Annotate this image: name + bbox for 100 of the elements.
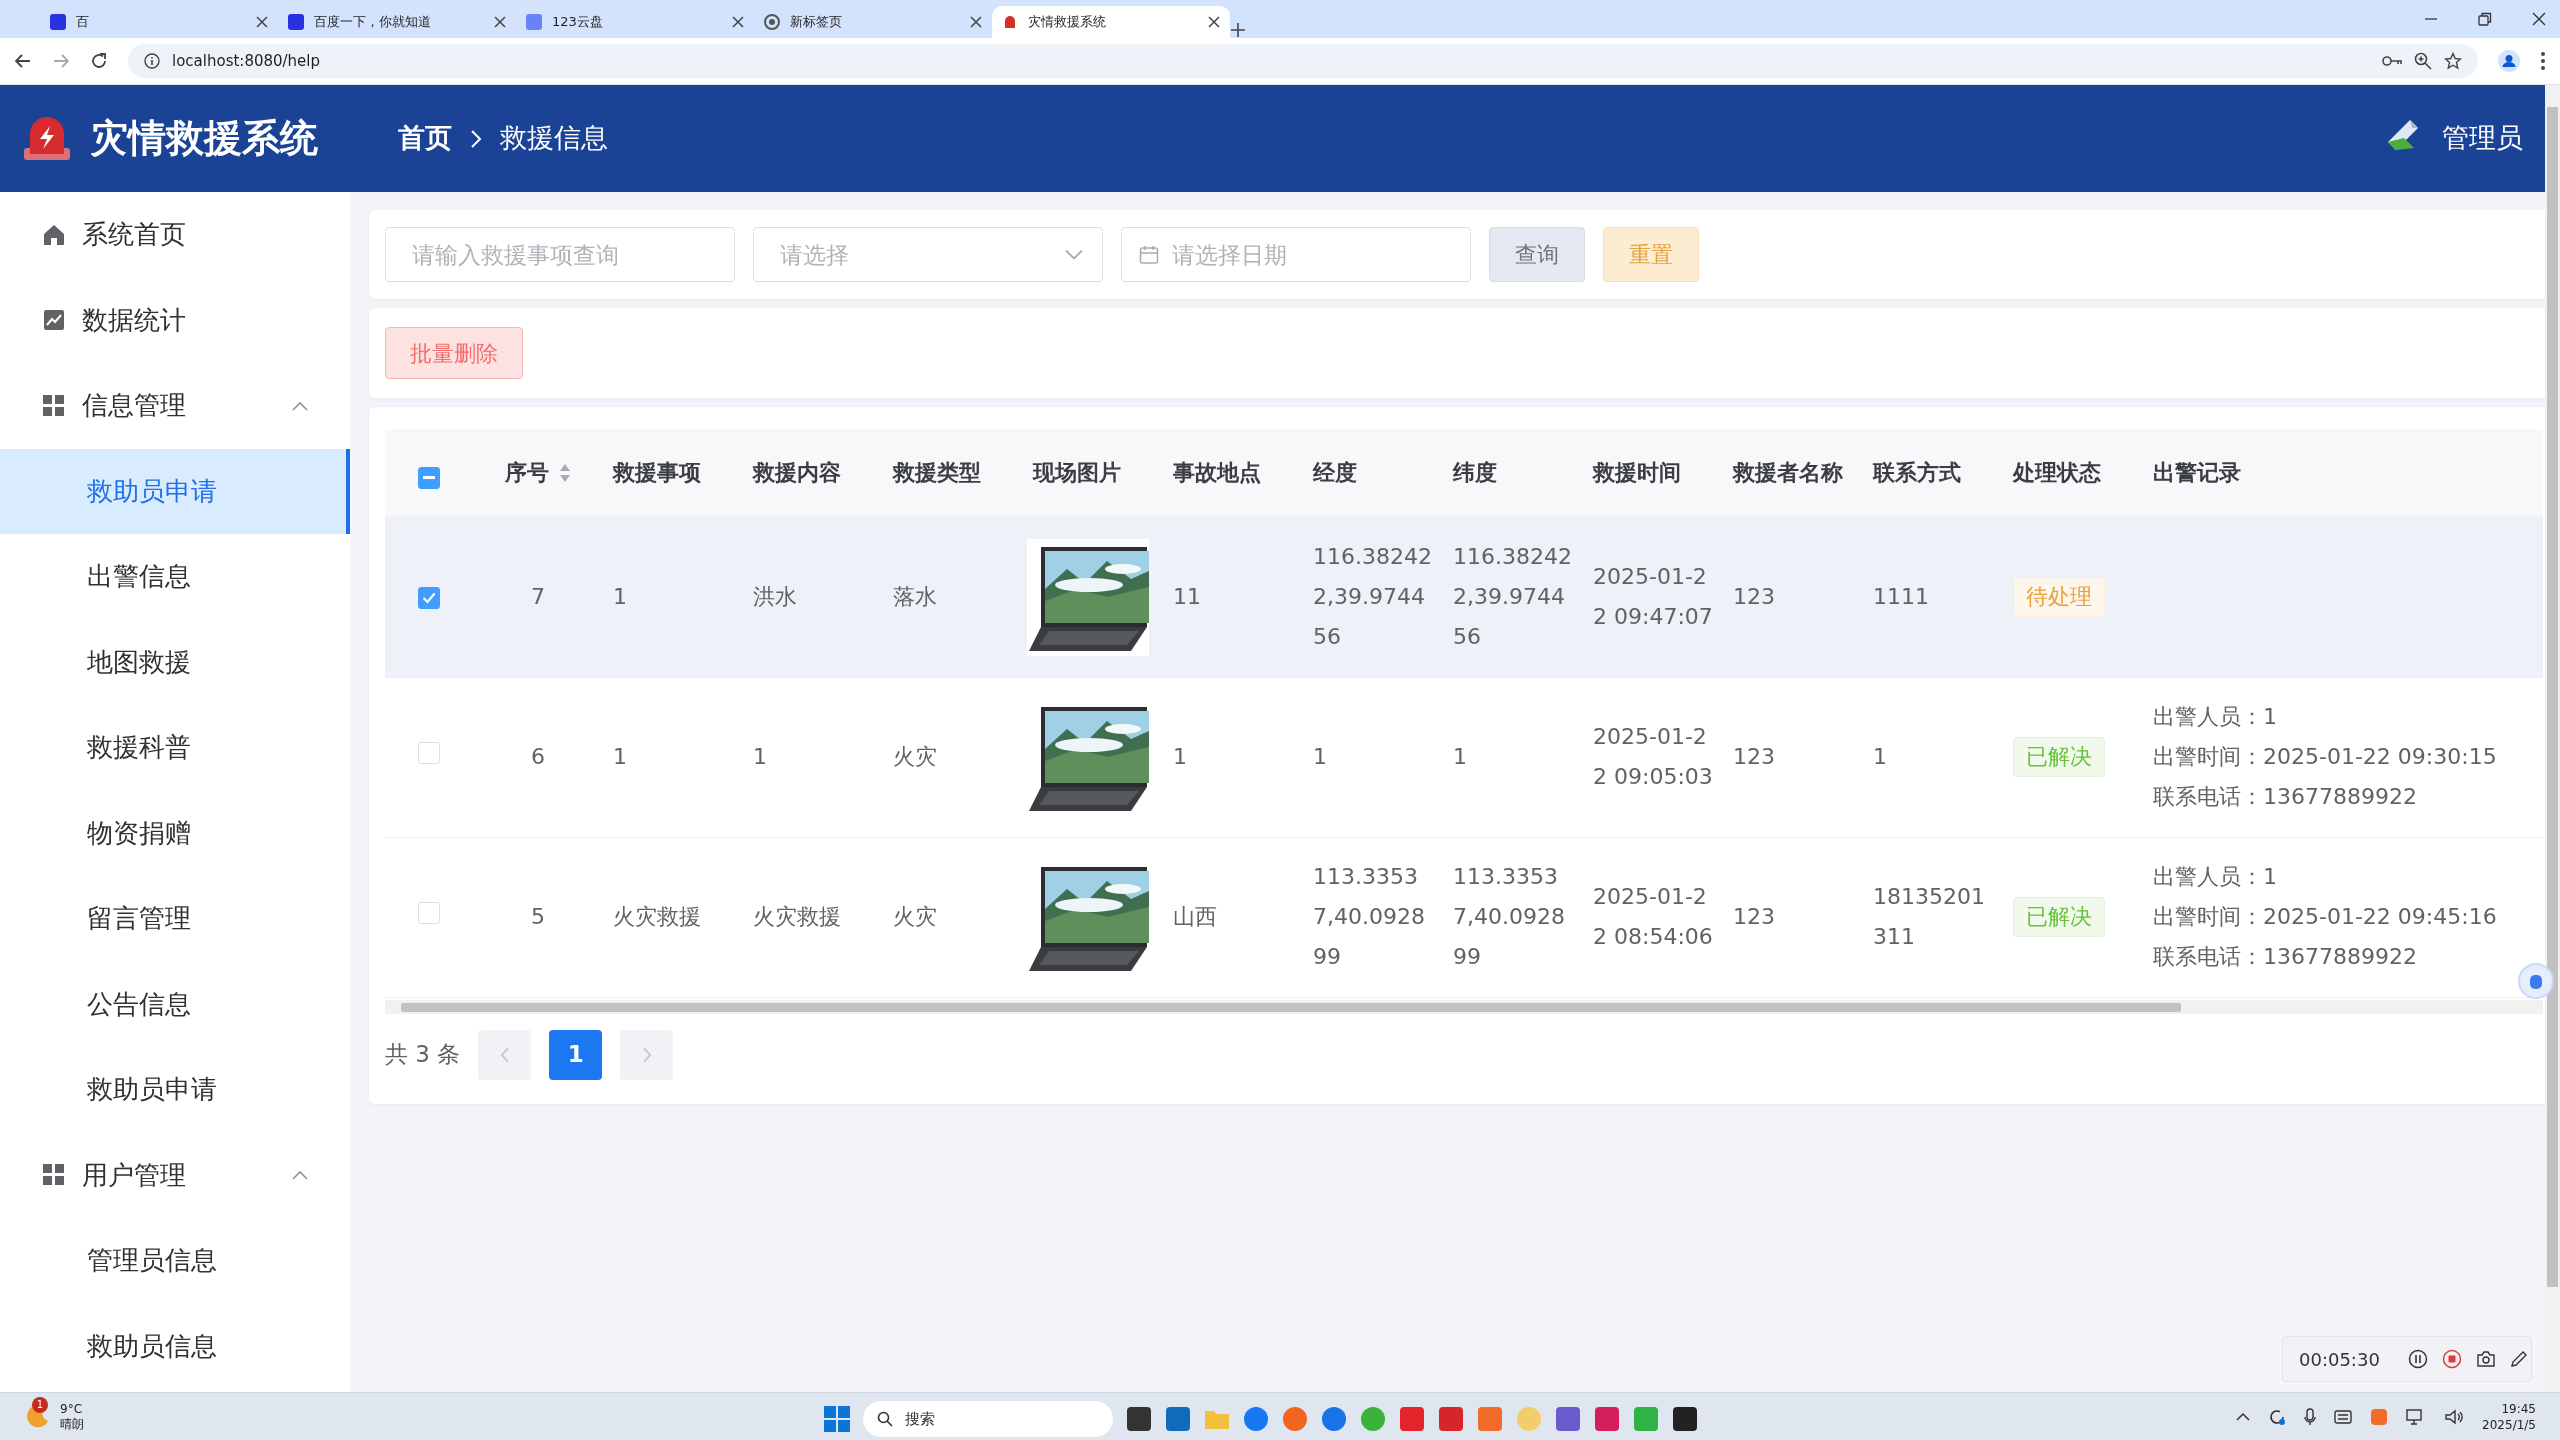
vertical-scrollbar[interactable]	[2545, 85, 2560, 1392]
pause-icon[interactable]	[2407, 1349, 2428, 1369]
column-header: 联系方式	[1873, 459, 1961, 488]
sidebar-item[interactable]: 物资捐赠	[0, 790, 350, 876]
microphone-icon[interactable]	[2304, 1407, 2317, 1426]
table-cell-text: 123	[1733, 743, 1776, 771]
table-cell-text: 火灾救援	[753, 903, 842, 931]
keyboard-icon[interactable]	[2334, 1408, 2353, 1425]
camera-icon[interactable]	[2475, 1350, 2496, 1368]
chevron-down-icon	[1065, 249, 1083, 260]
sidebar-item[interactable]: 救助员申请	[0, 1047, 350, 1133]
sidebar-item[interactable]: 留言管理	[0, 876, 350, 962]
chevron-left-icon	[499, 1046, 510, 1063]
key-icon[interactable]	[2382, 54, 2402, 68]
column-header: 救援类型	[893, 459, 981, 488]
restore-icon[interactable]	[2478, 12, 2492, 26]
status-tag: 已解决	[2013, 897, 2105, 937]
grid-icon	[42, 393, 66, 418]
date-field[interactable]: 请选择日期	[1121, 227, 1471, 282]
sidebar-item[interactable]: 系统首页	[0, 192, 350, 278]
profile-icon[interactable]	[2498, 50, 2520, 72]
table-cell-text: 山西	[1173, 903, 1218, 931]
forward-icon[interactable]	[52, 52, 70, 70]
table-cell-text: 2025-01-22 08:54:06	[1593, 883, 1714, 951]
breadcrumb-link[interactable]: 首页	[398, 118, 452, 159]
column-header: 救援内容	[753, 459, 841, 488]
close-icon[interactable]	[494, 16, 506, 28]
pencil-icon[interactable]	[2509, 1350, 2528, 1368]
browser-tab[interactable]: 123云盘	[516, 6, 754, 38]
clock-date[interactable]: 2025/1/5	[2482, 1416, 2536, 1433]
browser-tab[interactable]: 新标签页	[754, 6, 992, 38]
app-icon[interactable]	[1126, 1406, 1152, 1432]
close-icon[interactable]	[732, 16, 744, 28]
sidebar-item[interactable]: 救助员信息	[0, 1303, 350, 1389]
calendar-icon	[1139, 244, 1159, 265]
table-cell-text: 113.33537,40.092899	[1313, 863, 1426, 971]
windows-start-icon[interactable]	[824, 1406, 850, 1432]
column-header: 出警记录	[2153, 459, 2241, 488]
record-line: 联系电话：13677889922	[2153, 943, 2418, 971]
table-cell-text: 123	[1733, 583, 1776, 611]
back-icon[interactable]	[14, 52, 32, 70]
chevron-up-icon	[292, 400, 308, 411]
query-button[interactable]: 查询	[1489, 227, 1585, 282]
zoom-icon[interactable]	[2414, 52, 2432, 70]
table-cell-text: 落水	[893, 583, 938, 611]
column-header: 救援时间	[1593, 459, 1681, 488]
search-icon	[877, 1411, 893, 1427]
address-bar[interactable]: localhost:8080/help	[128, 44, 2478, 78]
row-checkbox[interactable]	[418, 587, 440, 609]
table-cell-text: 1	[753, 743, 768, 771]
sidebar-item[interactable]: 管理员信息	[0, 1218, 350, 1304]
search-field[interactable]: 请输入救援事项查询	[385, 227, 735, 282]
clock-time[interactable]: 19:45	[2482, 1400, 2536, 1417]
table-cell-text: 113.33537,40.092899	[1453, 863, 1566, 971]
table-cell-text: 6	[530, 743, 546, 771]
browser-tab[interactable]: 百度一下，你就知道	[278, 6, 516, 38]
table-cell-text: 5	[530, 903, 546, 931]
sidebar-item[interactable]: 数据统计	[0, 277, 350, 363]
close-icon[interactable]	[2532, 12, 2546, 26]
stop-icon[interactable]	[2441, 1349, 2462, 1369]
horizontal-scrollbar[interactable]	[385, 999, 2543, 1014]
sidebar-group[interactable]: 信息管理	[0, 363, 350, 449]
star-icon[interactable]	[2444, 52, 2462, 70]
table-cell-text: 1111	[1873, 583, 1930, 611]
sidebar-item[interactable]: 公告信息	[0, 961, 350, 1047]
sidebar-item[interactable]: 地图救援	[0, 619, 350, 705]
chevron-up-icon[interactable]	[2236, 1412, 2251, 1421]
table-cell-text: 1	[613, 743, 628, 771]
table-cell-text: 2025-01-22 09:05:03	[1593, 723, 1714, 791]
column-header: 救援事项	[613, 459, 701, 488]
table-cell-text: 1	[1313, 743, 1328, 771]
chevron-right-icon	[641, 1046, 652, 1063]
siren-icon	[1002, 14, 1018, 30]
check-icon	[422, 592, 436, 604]
page-button[interactable]: 1	[549, 1029, 603, 1080]
table-cell-text: 1	[1173, 743, 1188, 771]
close-icon[interactable]	[970, 16, 982, 28]
input-method-icon[interactable]	[2370, 1407, 2389, 1426]
table-cell-text: 116.382422,39.974456	[1453, 543, 1573, 651]
url-text: localhost:8080/help	[172, 50, 321, 72]
speaker-icon[interactable]	[2444, 1407, 2465, 1426]
taskbar-search[interactable]: 搜索	[863, 1401, 1113, 1437]
app-icon[interactable]	[1672, 1406, 1698, 1432]
more-icon[interactable]	[2540, 51, 2546, 71]
new-tab-icon[interactable]	[1230, 22, 1246, 38]
reload-icon[interactable]	[90, 52, 108, 70]
user-name[interactable]: 管理员	[2442, 118, 2523, 159]
sidebar-group[interactable]: 用户管理	[0, 1132, 350, 1218]
record-line: 联系电话：13677889922	[2153, 783, 2418, 811]
select-all-checkbox[interactable]	[418, 467, 440, 490]
sync-icon[interactable]	[2268, 1407, 2287, 1426]
close-icon[interactable]	[1208, 16, 1220, 28]
browser-tab[interactable]: 百	[40, 6, 278, 38]
browser-tab[interactable]: 灾情救援系统	[992, 6, 1230, 38]
close-icon[interactable]	[256, 16, 268, 28]
sidebar-item[interactable]: 出警信息	[0, 534, 350, 620]
sidebar-item[interactable]: 救援科普	[0, 705, 350, 791]
sidebar-item[interactable]: 救助员申请	[0, 448, 350, 534]
select-field[interactable]: 请选择	[753, 227, 1103, 282]
table-cell-text: 2025-01-22 09:47:07	[1593, 563, 1714, 631]
